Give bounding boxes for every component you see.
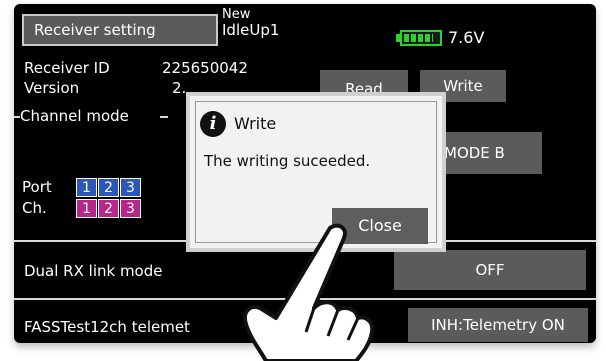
dialog-title: Write — [234, 114, 277, 133]
pointing-hand-icon — [243, 223, 375, 361]
model-name-line1: New — [222, 7, 251, 22]
version-value: 2. — [172, 79, 187, 97]
mode-select-button[interactable]: MODE B — [436, 132, 542, 174]
receiver-id-value: 225650042 — [162, 59, 248, 77]
dialog-message: The writing suceeded. — [204, 152, 371, 170]
model-name: New IdleUp1 — [222, 7, 280, 39]
port-label: Port — [22, 178, 52, 196]
channel-cell: 2 — [98, 199, 119, 218]
battery-voltage: 7.6V — [448, 28, 485, 47]
port-cell: 2 — [98, 178, 119, 197]
receiver-id-label: Receiver ID — [24, 59, 110, 77]
port-cell: 1 — [76, 178, 97, 197]
channel-cell: 1 — [76, 199, 97, 218]
dual-rx-label: Dual RX link mode — [24, 262, 163, 280]
page-title: Receiver setting — [22, 14, 218, 46]
info-icon: i — [200, 111, 226, 137]
channel-cell: 3 — [120, 199, 141, 218]
model-name-line2: IdleUp1 — [222, 21, 280, 39]
dual-rx-value-button[interactable]: OFF — [394, 250, 586, 290]
port-cell: 3 — [120, 178, 141, 197]
channel-label: Ch. — [22, 199, 47, 217]
channel-mode-label: Channel mode — [20, 107, 129, 125]
telemetry-value-button[interactable]: INH:Telemetry ON — [408, 308, 588, 342]
channel-mode-bracket-mid — [160, 116, 168, 118]
battery-icon — [396, 30, 444, 46]
fasst-telemetry-label: FASSTest12ch telemet — [24, 318, 190, 336]
version-label: Version — [24, 79, 80, 97]
